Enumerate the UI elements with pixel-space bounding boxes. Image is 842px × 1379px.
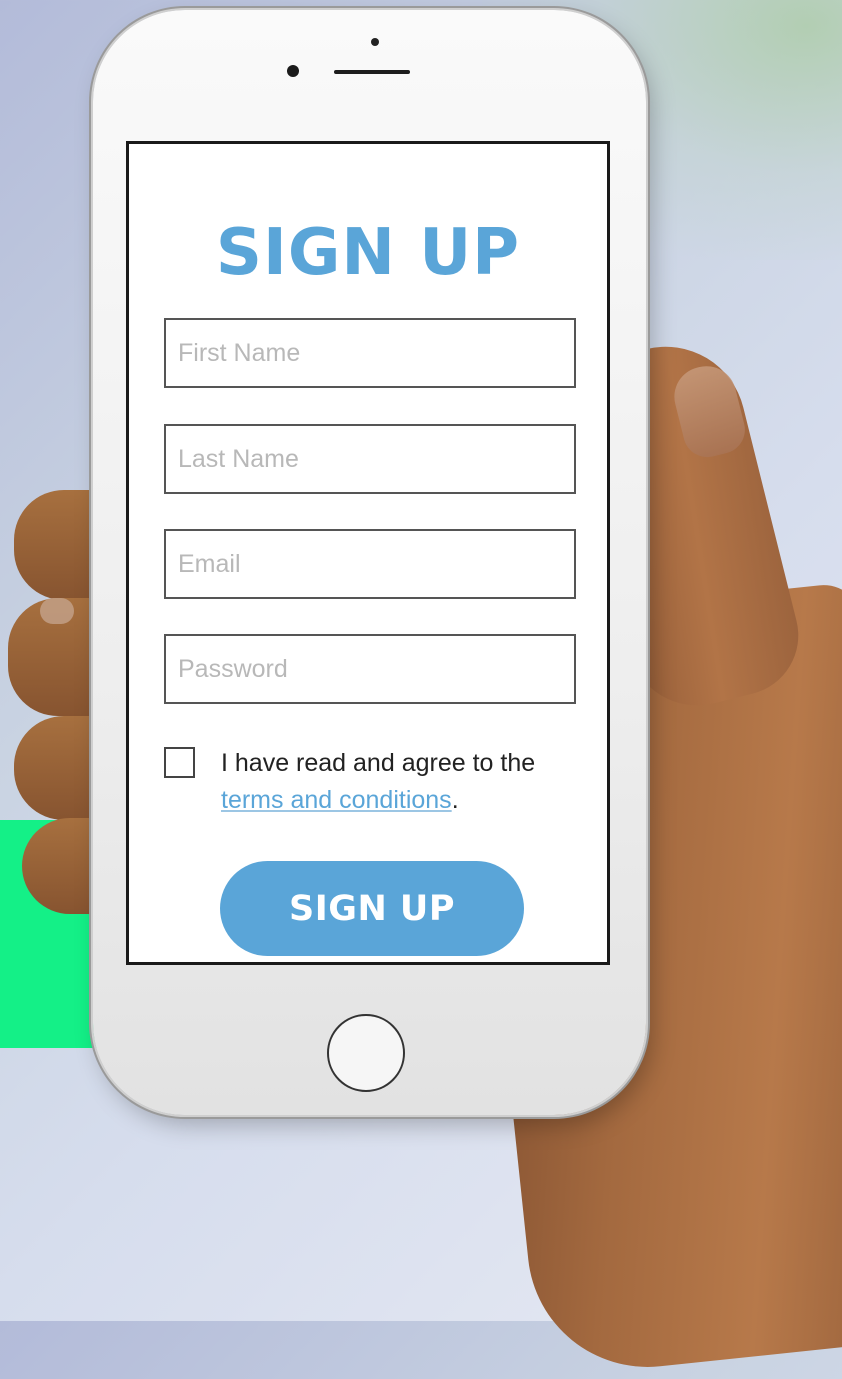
sensor-icon bbox=[287, 65, 299, 77]
home-button-icon[interactable] bbox=[327, 1014, 405, 1092]
email-input[interactable] bbox=[164, 529, 576, 599]
terms-link[interactable]: terms and conditions bbox=[221, 786, 452, 814]
agreement-text: I have read and agree to the bbox=[221, 749, 536, 777]
phone-screen: SIGN UP I have read and agree to the ter… bbox=[126, 141, 610, 965]
first-name-input[interactable] bbox=[164, 318, 576, 388]
password-input[interactable] bbox=[164, 634, 576, 704]
last-name-input[interactable] bbox=[164, 424, 576, 494]
agreement-period: . bbox=[451, 786, 459, 814]
earpiece-speaker bbox=[334, 70, 410, 74]
page-title: SIGN UP bbox=[215, 216, 521, 290]
terms-checkbox[interactable] bbox=[164, 747, 195, 778]
finger-nail bbox=[40, 598, 74, 624]
terms-agreement-text: I have read and agree to the terms and c… bbox=[221, 745, 601, 819]
front-camera-icon bbox=[371, 38, 379, 46]
sign-up-button[interactable]: SIGN UP bbox=[220, 861, 524, 956]
